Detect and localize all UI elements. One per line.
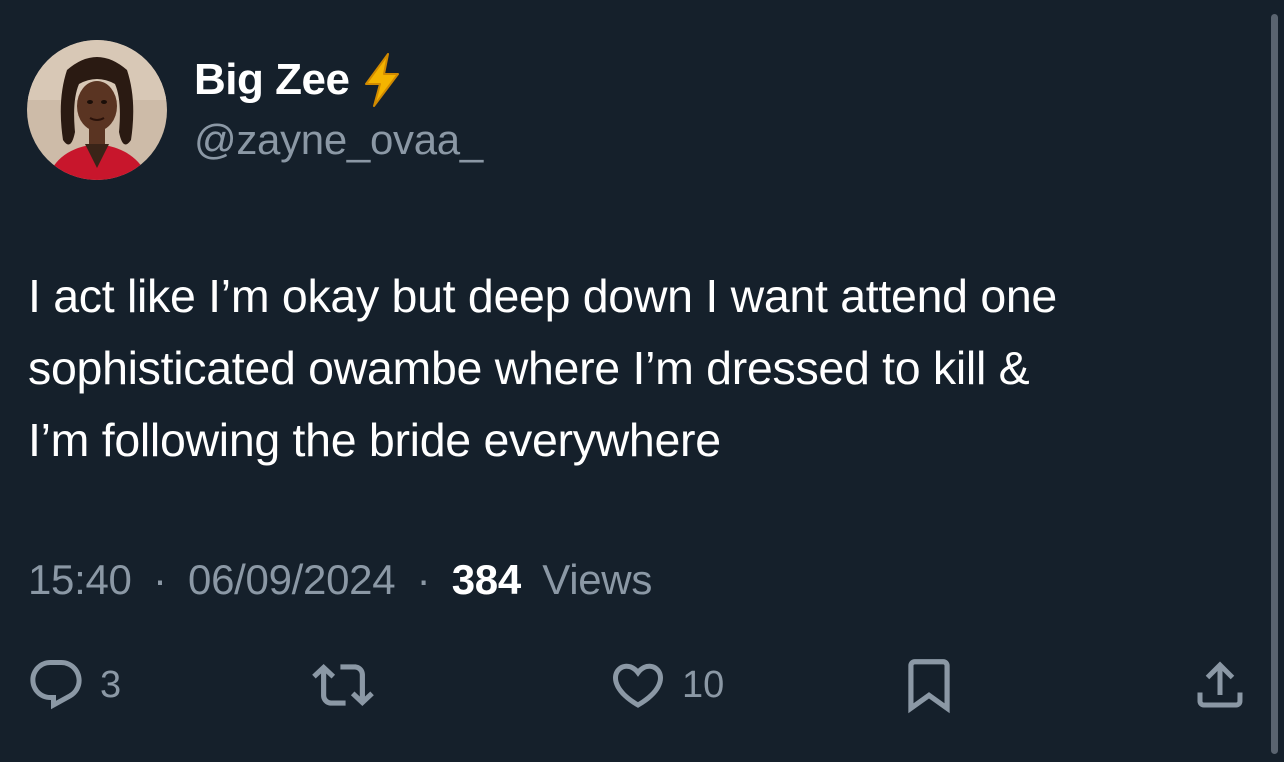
action-bar: 3 10 (0, 650, 1284, 720)
tweet-text-line: I act like I’m okay but deep down I want… (28, 270, 1057, 322)
bookmark-icon (908, 659, 950, 714)
like-count: 10 (682, 663, 725, 706)
reply-icon (30, 660, 82, 710)
views-label: Views (542, 556, 653, 603)
retweet-icon (312, 664, 374, 706)
bookmark-button[interactable] (898, 650, 960, 720)
lightning-bolt-icon (361, 52, 403, 108)
tweet-text-line: I’m following the bride everywhere (28, 414, 721, 466)
scrollbar[interactable] (1271, 14, 1278, 754)
retweet-button[interactable] (312, 650, 374, 720)
tweet-text-line: sophisticated owambe where I’m dressed t… (28, 342, 1030, 394)
author-name-row[interactable]: Big Zee (194, 52, 403, 108)
reply-count: 3 (100, 663, 122, 706)
tweet-detail: Big Zee @zayne_ovaa_ I act like I’m okay… (0, 0, 1284, 762)
meta-separator: · (416, 556, 431, 603)
reply-button[interactable]: 3 (26, 650, 121, 720)
tweet-meta: 15:40 · 06/09/2024 · 384 Views (28, 556, 652, 604)
like-icon (612, 663, 664, 708)
display-name[interactable]: Big Zee (194, 55, 350, 105)
views-count: 384 (451, 556, 521, 603)
share-icon (1197, 661, 1243, 708)
share-button[interactable] (1190, 650, 1250, 720)
like-button[interactable]: 10 (608, 650, 724, 720)
avatar[interactable] (27, 40, 167, 180)
tweet-text: I act like I’m okay but deep down I want… (28, 260, 1268, 476)
meta-separator: · (152, 556, 167, 603)
tweet-time[interactable]: 15:40 (28, 556, 132, 603)
author-handle[interactable]: @zayne_ovaa_ (194, 116, 483, 164)
tweet-date[interactable]: 06/09/2024 (188, 556, 396, 603)
